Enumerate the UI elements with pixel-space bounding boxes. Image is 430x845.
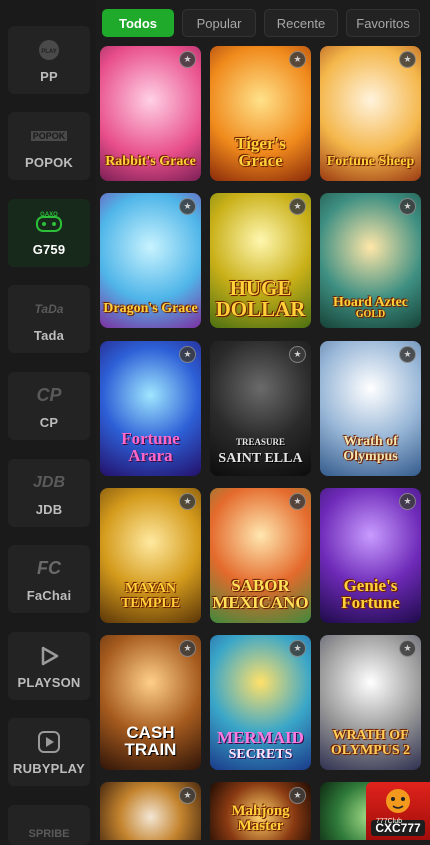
provider-popok[interactable]: POPOK POPOK (8, 112, 90, 180)
star-icon[interactable]: ★ (289, 640, 306, 657)
star-icon[interactable]: ★ (179, 493, 196, 510)
tab-popular[interactable]: Popular (182, 9, 256, 37)
tab-todos[interactable]: Todos (102, 9, 174, 37)
popok-logo-icon: POPOK (30, 130, 68, 141)
game-card[interactable]: Wrath of Olympus ★ (320, 341, 421, 476)
game-card[interactable]: HUGE DOLLAR ★ (210, 193, 311, 328)
game-card[interactable]: Mahjong Master ★ (210, 782, 311, 840)
game-card[interactable]: Dragon's Grace ★ (100, 193, 201, 328)
star-icon[interactable]: ★ (179, 787, 196, 804)
game-card[interactable]: Rabbit's Grace ★ (100, 46, 201, 181)
game-card[interactable]: MAYAN TEMPLE ★ (100, 488, 201, 623)
star-icon[interactable]: ★ (399, 346, 416, 363)
star-icon[interactable]: ★ (289, 198, 306, 215)
game-card[interactable]: Fortune Arara ★ (100, 341, 201, 476)
game-card[interactable]: Fortune Sheep ★ (320, 46, 421, 181)
provider-label: G759 (32, 241, 66, 257)
fc-logo-icon: FC (37, 558, 61, 578)
star-icon[interactable]: ★ (289, 346, 306, 363)
provider-label: POPOK (25, 154, 73, 170)
play-triangle-icon (37, 643, 61, 669)
provider-playson[interactable]: PLAYSON (8, 632, 90, 700)
game-card[interactable]: SABOR MEXICANO ★ (210, 488, 311, 623)
star-icon[interactable]: ★ (399, 640, 416, 657)
game-card[interactable]: ★ (100, 782, 201, 840)
game-card[interactable]: Hoard Aztec GOLD ★ (320, 193, 421, 328)
star-icon[interactable]: ★ (399, 51, 416, 68)
provider-label: RUBYPLAY (13, 760, 85, 776)
provider-tada[interactable]: TaDa Tada (8, 285, 90, 353)
provider-label: FaChai (26, 587, 72, 603)
gamepad-icon: GAXO (34, 210, 64, 236)
spribe-logo-icon: SPRIBE (28, 828, 70, 840)
star-icon[interactable]: ★ (179, 640, 196, 657)
game-card[interactable]: Genie's Fortune ★ (320, 488, 421, 623)
game-card[interactable]: CASH TRAIN ★ (100, 635, 201, 770)
star-icon[interactable]: ★ (289, 787, 306, 804)
provider-jdb[interactable]: JDB JDB (8, 459, 90, 527)
cp-logo-icon: CP (36, 385, 62, 405)
tada-logo-icon: TaDa (34, 301, 64, 316)
provider-sidebar: PLAY PP POPOK POPOK GAXO G759 TaDa Tada … (0, 0, 96, 845)
provider-g759[interactable]: GAXO G759 (8, 199, 90, 267)
game-card[interactable]: Tiger's Grace ★ (210, 46, 311, 181)
provider-label: PLAYSON (17, 674, 81, 690)
game-card[interactable]: MERMAID SECRETS ★ (210, 635, 311, 770)
game-card[interactable]: TREASURE SAINT ELLA ★ (210, 341, 311, 476)
jdb-logo-icon: JDB (32, 473, 65, 491)
tab-recente[interactable]: Recente (264, 9, 338, 37)
play-button-icon (37, 729, 61, 755)
provider-label: PP (40, 68, 58, 84)
provider-rubyplay[interactable]: RUBYPLAY (8, 718, 90, 786)
promo-badge[interactable]: 777Club CXC777 (366, 782, 430, 840)
star-icon[interactable]: ★ (289, 493, 306, 510)
tiger-mascot-icon (386, 789, 410, 813)
star-icon[interactable]: ★ (179, 198, 196, 215)
provider-spribe[interactable]: SPRIBE (8, 805, 90, 845)
provider-pp[interactable]: PLAY PP (8, 26, 90, 94)
star-icon[interactable]: ★ (289, 51, 306, 68)
game-card[interactable]: WRATH OF OLYMPUS 2 ★ (320, 635, 421, 770)
svg-text:PLAY: PLAY (41, 49, 56, 55)
star-icon[interactable]: ★ (399, 493, 416, 510)
star-icon[interactable]: ★ (179, 346, 196, 363)
provider-label: CP (39, 414, 59, 430)
svg-text:GAXO: GAXO (40, 212, 58, 218)
star-icon[interactable]: ★ (179, 51, 196, 68)
star-icon[interactable]: ★ (399, 198, 416, 215)
provider-cp[interactable]: CP CP (8, 372, 90, 440)
pp-logo-icon: PLAY (37, 37, 61, 63)
provider-label: Tada (33, 327, 65, 343)
provider-label: JDB (35, 501, 63, 517)
tab-favoritos[interactable]: Favoritos (346, 9, 420, 37)
provider-fachai[interactable]: FC FaChai (8, 545, 90, 613)
